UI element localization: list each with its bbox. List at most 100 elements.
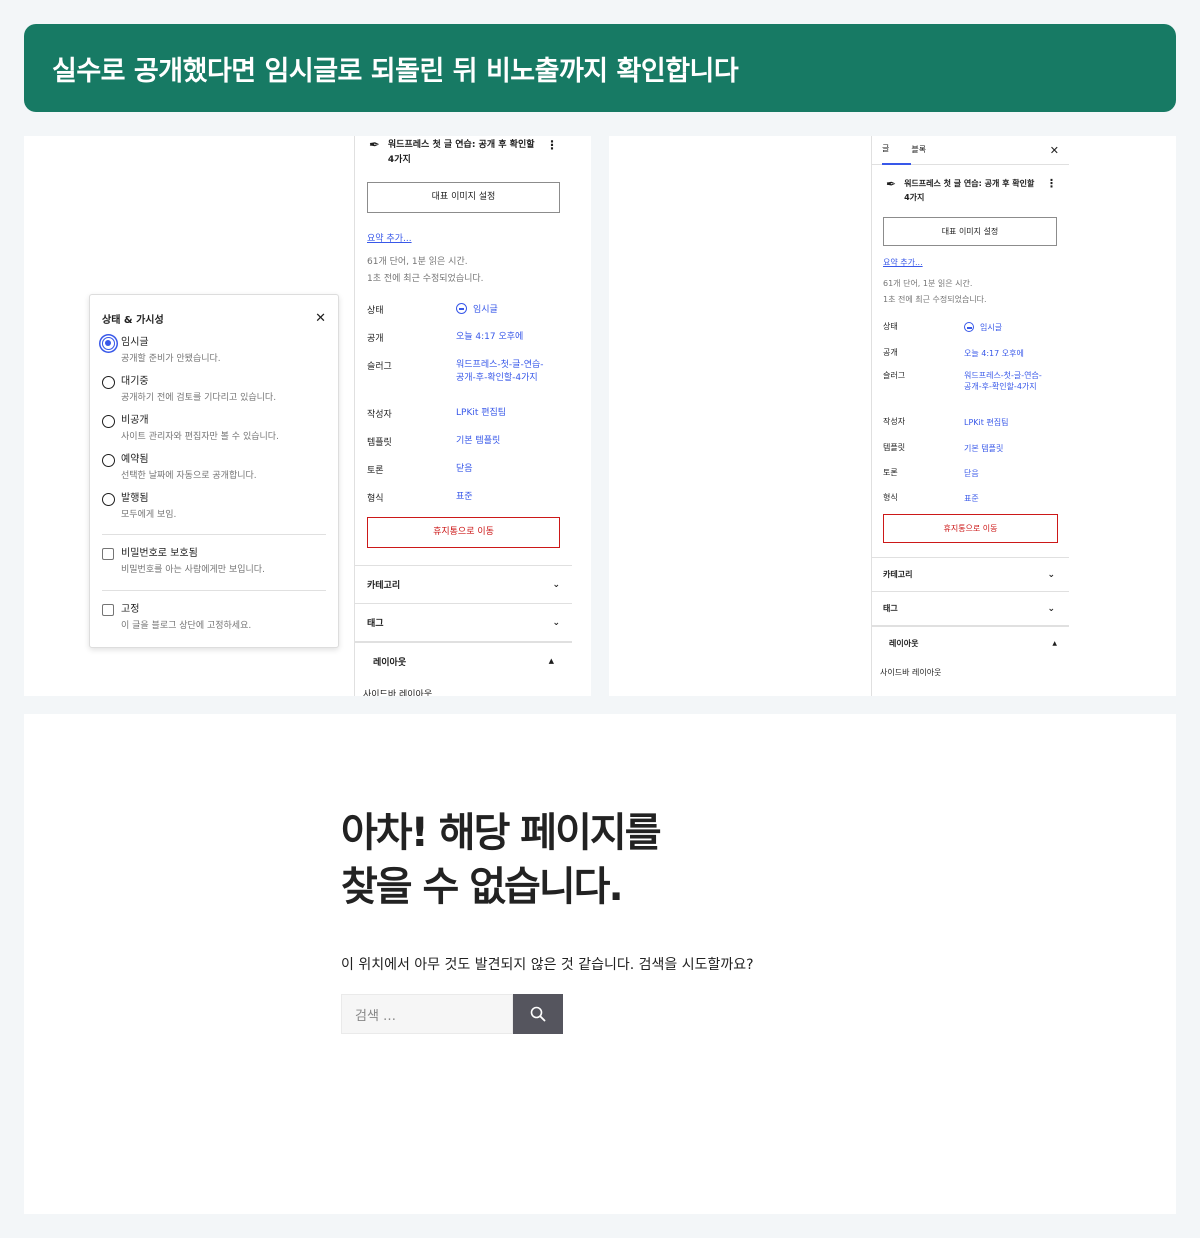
last-edited: 1초 전에 최근 수정되었습니다. <box>883 295 987 304</box>
option-desc: 사이트 관리자와 편집자만 볼 수 있습니다. <box>121 432 279 442</box>
heading-line-1: 아차! 해당 페이지를 <box>341 810 662 856</box>
status-option-private[interactable]: 비공개 사이트 관리자와 편집자만 볼 수 있습니다. <box>90 414 338 453</box>
row-publish: 공개 오늘 4:17 오후에 <box>367 331 560 359</box>
option-desc: 공개하기 전에 검토를 기다리고 있습니다. <box>121 393 277 403</box>
radio-private[interactable] <box>102 415 115 428</box>
row-value[interactable]: 기본 템플릿 <box>456 435 500 463</box>
radio-published[interactable] <box>102 493 115 506</box>
more-options-icon[interactable]: ⋮ <box>540 138 558 152</box>
row-value[interactable]: 오늘 4:17 오후에 <box>964 347 1024 370</box>
option-desc: 이 글을 블로그 상단에 고정하세요. <box>121 621 252 631</box>
row-value[interactable]: 표준 <box>456 491 473 513</box>
search-input[interactable]: 검색 … <box>341 994 513 1034</box>
last-edited: 1초 전에 최근 수정되었습니다. <box>367 274 484 284</box>
category-panel[interactable]: 카테고리 ⌄ <box>872 557 1069 591</box>
tab-block[interactable]: 블록 <box>911 137 1049 163</box>
row-value[interactable]: 닫음 <box>964 467 979 492</box>
sticky-checkbox[interactable] <box>102 604 114 616</box>
row-value[interactable]: LPKit 편집팀 <box>456 407 506 435</box>
row-author: 작성자 LPKit 편집팀 <box>883 416 1058 442</box>
screenshot-right-panel: 글 블록 ✕ ✒ 워드프레스 첫 글 연습: 공개 후 확인할 4가지 ⋮ 대표… <box>609 136 1176 696</box>
row-key: 토론 <box>367 466 384 476</box>
row-value[interactable]: 오늘 4:17 오후에 <box>456 331 523 359</box>
not-found-page: 아차! 해당 페이지를 찾을 수 없습니다. 이 위치에서 아무 것도 발견되지… <box>24 714 1176 1214</box>
row-value[interactable]: 닫음 <box>456 463 473 491</box>
row-value: 임시글 <box>473 305 498 315</box>
row-discussion: 토론 닫음 <box>883 467 1058 492</box>
row-key: 템플릿 <box>883 443 906 452</box>
status-option-pending[interactable]: 대기중 공개하기 전에 검토를 기다리고 있습니다. <box>90 375 338 414</box>
layout-panel[interactable]: 레이아웃 ▲ <box>872 625 1069 659</box>
password-protect-option[interactable]: 비밀번호로 보호됨 비밀번호를 아는 사람에게만 보입니다. <box>90 535 338 590</box>
category-panel[interactable]: 카테고리 ⌄ <box>355 565 572 603</box>
featured-image-button[interactable]: 대표 이미지 설정 <box>367 182 560 213</box>
status-value[interactable]: 임시글 <box>456 303 498 331</box>
chevron-down-icon: ⌄ <box>552 579 560 590</box>
row-template: 템플릿 기본 템플릿 <box>367 435 560 463</box>
status-option-draft[interactable]: 임시글 공개할 준비가 안됐습니다. <box>90 336 338 375</box>
draft-status-icon <box>456 303 467 314</box>
section-label: 태그 <box>883 604 898 613</box>
post-settings-sidebar: ✒ 워드프레스 첫 글 연습: 공개 후 확인할 4가지 ⋮ 대표 이미지 설정… <box>354 136 572 696</box>
radio-pending[interactable] <box>102 376 115 389</box>
row-status: 상태 임시글 <box>883 321 1058 347</box>
radio-scheduled[interactable] <box>102 454 115 467</box>
row-author: 작성자 LPKit 편집팀 <box>367 407 560 435</box>
tags-panel[interactable]: 태그 ⌄ <box>355 603 572 641</box>
featured-image-button[interactable]: 대표 이미지 설정 <box>883 217 1057 246</box>
row-value[interactable]: 표준 <box>964 492 979 514</box>
close-icon[interactable]: ✕ <box>315 311 326 326</box>
option-desc: 공개할 준비가 안됐습니다. <box>121 354 221 364</box>
row-value[interactable]: 워드프레스-첫-글-연습-공개-후-확인할-4가지 <box>456 359 548 407</box>
row-key: 토론 <box>883 468 898 477</box>
chevron-up-icon: ▲ <box>1052 639 1057 647</box>
row-value[interactable]: 워드프레스-첫-글-연습-공개-후-확인할-4가지 <box>964 370 1046 416</box>
status-option-published[interactable]: 발행됨 모두에게 보임. <box>90 492 338 534</box>
post-settings-sidebar-closed: 글 블록 ✕ ✒ 워드프레스 첫 글 연습: 공개 후 확인할 4가지 ⋮ 대표… <box>871 136 1069 696</box>
tags-panel[interactable]: 태그 ⌄ <box>872 591 1069 625</box>
add-excerpt-link[interactable]: 요약 추가... <box>883 258 923 267</box>
row-key: 슬러그 <box>883 371 906 380</box>
row-format: 형식 표준 <box>883 492 1058 514</box>
post-title: 워드프레스 첫 글 연습: 공개 후 확인할 4가지 <box>904 179 1035 202</box>
add-excerpt-link[interactable]: 요약 추가... <box>367 234 412 244</box>
feather-icon: ✒ <box>369 138 380 153</box>
more-options-icon[interactable]: ⋮ <box>1040 177 1057 190</box>
status-value[interactable]: 임시글 <box>964 321 1002 347</box>
move-to-trash-button[interactable]: 휴지통으로 이동 <box>883 514 1058 543</box>
search-icon <box>530 1006 546 1022</box>
post-summary-rows: 상태 임시글 공개 오늘 4:17 오후에 슬러그 워드프레스-첫-글-연습-공… <box>355 288 572 513</box>
popover-header: 상태 & 가시성 ✕ <box>90 295 338 336</box>
row-value[interactable]: 기본 템플릿 <box>964 442 1003 467</box>
chevron-down-icon: ⌄ <box>1047 603 1055 614</box>
option-label: 비공개 <box>121 415 149 426</box>
row-value[interactable]: LPKit 편집팀 <box>964 416 1009 442</box>
row-key: 작성자 <box>367 410 392 420</box>
row-slug: 슬러그 워드프레스-첫-글-연습-공개-후-확인할-4가지 <box>367 359 560 407</box>
sticky-option[interactable]: 고정 이 글을 블로그 상단에 고정하세요. <box>90 591 338 646</box>
chevron-down-icon: ⌄ <box>1047 569 1055 580</box>
radio-draft[interactable] <box>102 337 115 350</box>
feather-icon: ✒ <box>886 177 897 191</box>
row-key: 형식 <box>883 493 898 502</box>
row-key: 슬러그 <box>367 362 392 372</box>
status-option-scheduled[interactable]: 예약됨 선택한 날짜에 자동으로 공개합니다. <box>90 453 338 492</box>
row-value: 임시글 <box>980 323 1003 332</box>
post-title-row: ✒ 워드프레스 첫 글 연습: 공개 후 확인할 4가지 ⋮ <box>872 165 1069 205</box>
section-label: 레이아웃 <box>889 638 919 648</box>
layout-panel[interactable]: 레이아웃 ▲ <box>355 641 572 679</box>
row-key: 형식 <box>367 494 384 504</box>
move-to-trash-button[interactable]: 휴지통으로 이동 <box>367 517 560 548</box>
tab-post[interactable]: 글 <box>882 136 912 165</box>
post-summary-rows: 상태 임시글 공개 오늘 4:17 오후에 슬러그 워드프레스-첫-글-연습-공… <box>872 308 1069 514</box>
title-banner: 실수로 공개했다면 임시글로 되돌린 뒤 비노출까지 확인합니다 <box>24 24 1176 112</box>
search-button[interactable] <box>513 994 563 1034</box>
screenshot-left-panel: 상태 & 가시성 ✕ 임시글 공개할 준비가 안됐습니다. 대기중 공개하기 전… <box>24 136 591 696</box>
heading-line-2: 찾을 수 없습니다. <box>341 864 624 910</box>
close-icon[interactable]: ✕ <box>1050 144 1059 157</box>
password-checkbox[interactable] <box>102 548 114 560</box>
option-label: 예약됨 <box>121 454 149 465</box>
section-label: 카테고리 <box>367 581 401 591</box>
section-label: 카테고리 <box>883 570 913 579</box>
sidebar-layout-label: 사이드바 레이아웃 <box>880 668 942 677</box>
